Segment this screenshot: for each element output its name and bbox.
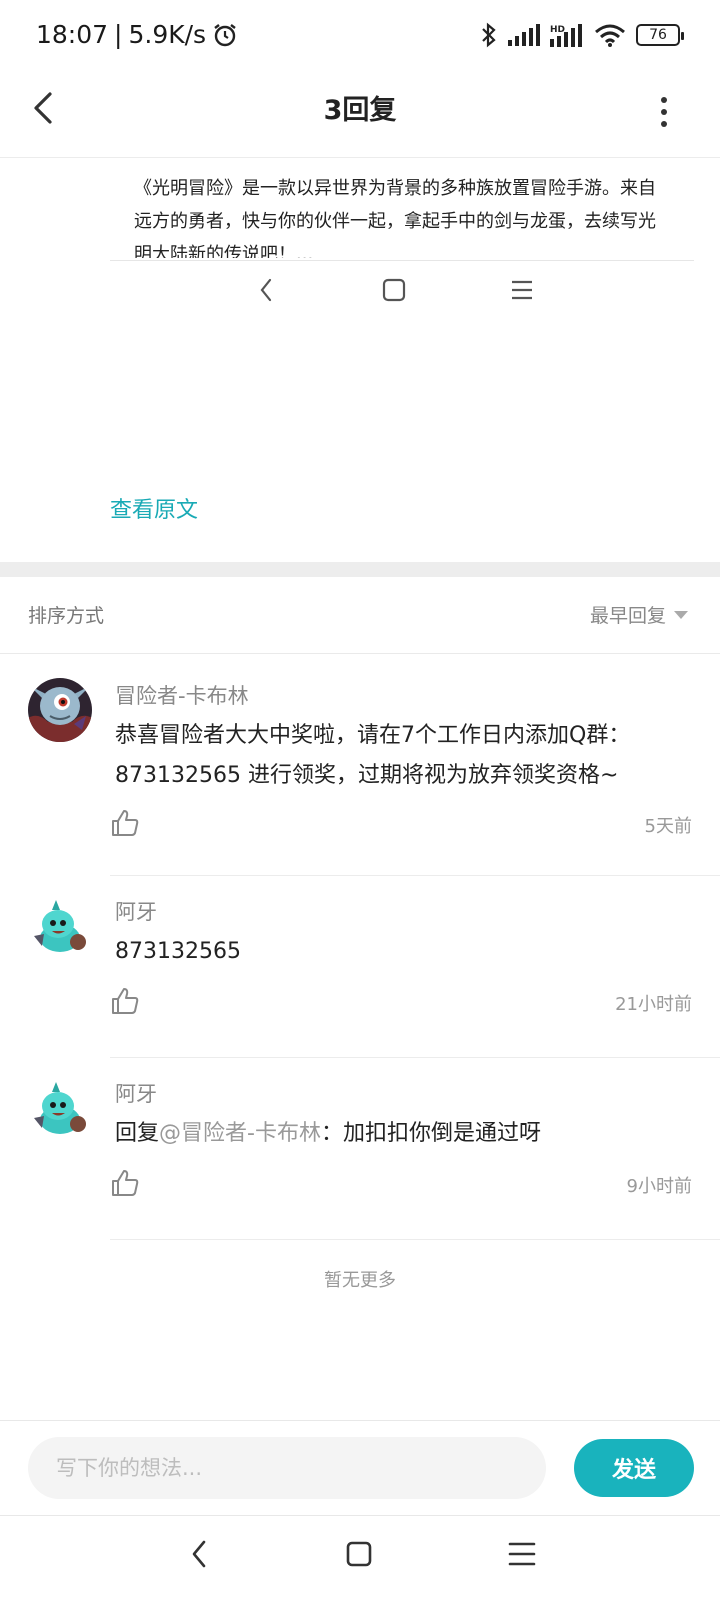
- view-original-link[interactable]: 查看原文: [110, 492, 198, 524]
- reply-time: 21小时前: [615, 994, 692, 1015]
- section-separator: [0, 562, 720, 577]
- thumbs-up-icon: [112, 1170, 139, 1196]
- avatar[interactable]: [28, 896, 92, 960]
- like-button[interactable]: [110, 1168, 140, 1198]
- reply-item: 冒险者-卡布林 恭喜冒险者大大中奖啦，请在7个工作日内添加Q群：87313256…: [0, 654, 720, 876]
- alarm-icon: [212, 22, 238, 48]
- reply-item: 阿牙 回复@冒险者-卡布林：加扣扣你倒是通过呀 9小时前: [0, 1058, 720, 1240]
- wifi-icon: [594, 23, 626, 47]
- reply-author[interactable]: 阿牙: [115, 896, 157, 926]
- reply-author[interactable]: 冒险者-卡布林: [115, 680, 249, 710]
- top-app-bar: 3回复: [0, 72, 720, 158]
- avatar[interactable]: [28, 678, 92, 742]
- battery-icon: 76: [636, 24, 684, 46]
- original-post-text: 《光明冒险》是一款以异世界为背景的多种族放置冒险手游。来自远方的勇者，快与你的伙…: [134, 178, 656, 258]
- signal-icon: [508, 24, 540, 46]
- page-title: 3回复: [323, 95, 397, 126]
- more-options-button[interactable]: [654, 92, 674, 132]
- nav-back-icon: [260, 278, 272, 302]
- caret-down-icon: [674, 610, 688, 619]
- status-separator: |: [114, 20, 123, 49]
- send-button[interactable]: 发送: [574, 1439, 694, 1497]
- reply-prefix: 回复: [115, 1121, 160, 1146]
- sort-selected-value: 最早回复: [589, 605, 666, 627]
- system-navigation-bar: [0, 1516, 720, 1600]
- nav-home-icon: [382, 278, 406, 302]
- divider: [110, 260, 694, 261]
- system-menu-button[interactable]: [500, 1532, 544, 1576]
- comment-input[interactable]: [28, 1437, 546, 1499]
- hd-signal-icon: HD: [550, 23, 584, 47]
- system-home-button[interactable]: [338, 1532, 382, 1576]
- status-right: HD 76: [480, 22, 684, 48]
- avatar[interactable]: [28, 1078, 92, 1142]
- reply-body: ：加扣扣你倒是通过呀: [320, 1121, 541, 1146]
- mention-link[interactable]: @冒险者-卡布林: [159, 1121, 321, 1146]
- status-time: 18:07: [36, 20, 109, 49]
- original-post-preview: 《光明冒险》是一款以异世界为背景的多种族放置冒险手游。来自远方的勇者，快与你的伙…: [0, 158, 720, 562]
- like-button[interactable]: [110, 986, 140, 1016]
- sort-bar: 排序方式 最早回复: [0, 577, 720, 654]
- nav-menu-icon: [512, 280, 532, 300]
- embedded-nav-bar: [0, 268, 720, 312]
- bluetooth-icon: [480, 22, 498, 48]
- status-left: 18:07 | 5.9K/s: [36, 20, 238, 49]
- status-bar: 18:07 | 5.9K/s HD 76: [0, 0, 720, 72]
- more-vertical-icon: [661, 97, 667, 127]
- goblin-avatar: [28, 678, 92, 742]
- like-button[interactable]: [110, 808, 140, 838]
- sort-dropdown[interactable]: 最早回复: [590, 601, 688, 628]
- reply-time: 5天前: [644, 816, 692, 837]
- dragon-avatar: [28, 896, 92, 960]
- reply-content: 873132565: [115, 939, 241, 964]
- reply-content: 恭喜冒险者大大中奖啦，请在7个工作日内添加Q群：873132565 进行领奖，过…: [115, 723, 631, 788]
- dragon-avatar: [28, 1078, 92, 1142]
- svg-text:HD: HD: [550, 25, 565, 35]
- divider: [110, 1239, 720, 1240]
- no-more-label: 暂无更多: [324, 1270, 396, 1291]
- reply-content: 回复@冒险者-卡布林：加扣扣你倒是通过呀: [115, 1114, 695, 1154]
- reply-author[interactable]: 阿牙: [115, 1078, 157, 1108]
- system-back-button[interactable]: [176, 1532, 220, 1576]
- sort-label: 排序方式: [28, 605, 105, 627]
- thumbs-up-icon: [112, 988, 139, 1014]
- thumbs-up-icon: [112, 810, 139, 836]
- comment-composer: 发送: [0, 1420, 720, 1516]
- reply-time: 9小时前: [626, 1176, 692, 1197]
- battery-level: 76: [649, 27, 667, 43]
- network-speed: 5.9K/s: [128, 20, 207, 49]
- reply-item: 阿牙 873132565 21小时前: [0, 876, 720, 1058]
